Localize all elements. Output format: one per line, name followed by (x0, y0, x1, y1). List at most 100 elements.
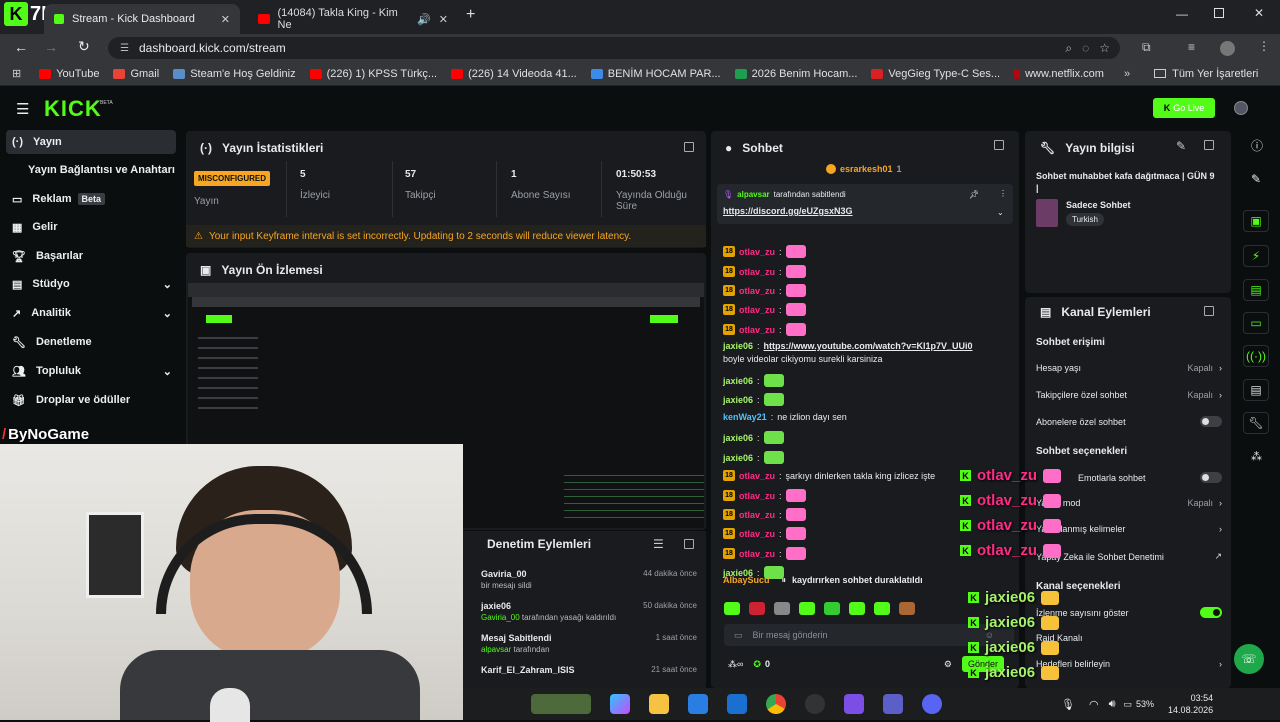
sidebar-item-stream-key[interactable]: Yayın Bağlantısı ve Anahtarı (28, 159, 175, 181)
show-viewcount-toggle[interactable] (1200, 607, 1222, 618)
chat-username[interactable]: otlav_zu (739, 325, 775, 335)
slow-mode-row[interactable]: Yavaş modKapalı› (1036, 498, 1222, 508)
emote-icon[interactable] (824, 602, 840, 615)
subscribers-only-toggle[interactable] (1200, 416, 1222, 427)
bookmark-steam[interactable]: Steam'e Hoş Geldiniz (173, 68, 296, 80)
chat-link[interactable]: https://www.youtube.com/watch?v=Kl1p7V_U… (764, 341, 973, 351)
users-icon[interactable]: ⁂∞ (728, 659, 743, 670)
sidebar-item-analitik[interactable]: ↗ Analitik ⌄ (12, 302, 172, 324)
chat-username[interactable]: otlav_zu (739, 491, 775, 501)
chat-message[interactable]: 18 otlav_zu: şarkıyı dinlerken takla king … (723, 470, 935, 481)
raid-channel-row[interactable]: Raid Kanalı (1036, 633, 1222, 643)
more-bookmarks-icon[interactable]: » (1124, 68, 1130, 80)
pinned-link[interactable]: https://discord.gg/eUZgsxN3G (723, 206, 853, 216)
chat-message[interactable]: jaxie06: (723, 431, 784, 444)
chevron-down-icon[interactable]: ⌄ (997, 208, 1004, 217)
tab-stream-dashboard[interactable]: Stream - Kick Dashboard ✕ (44, 4, 240, 34)
broadcast-icon[interactable]: ((·)) (1243, 345, 1269, 367)
hamburger-menu-icon[interactable]: ☰ (16, 100, 29, 118)
emote-icon[interactable] (774, 602, 790, 615)
chat-message[interactable]: 18 otlav_zu: (723, 303, 806, 316)
chat-username[interactable]: otlav_zu (739, 471, 775, 481)
mic-tray-icon[interactable]: 🎙︎ (1061, 698, 1075, 711)
popout-icon[interactable] (684, 142, 694, 152)
teams-icon[interactable] (883, 694, 903, 714)
help-chat-button[interactable]: ☏ (1234, 644, 1264, 674)
chat-message[interactable]: boyle videolar cikiyomu surekli karsiniz… (723, 354, 883, 364)
battery-icon[interactable]: ▭ (1124, 699, 1133, 710)
close-icon[interactable]: ✕ (439, 13, 448, 26)
chat-username[interactable]: otlav_zu (739, 247, 775, 257)
sidebar-item-denetleme[interactable]: 🔧︎ Denetleme (12, 331, 92, 353)
chat-username[interactable]: otlav_zu (739, 549, 775, 559)
emote-icon[interactable] (849, 602, 865, 615)
tab-youtube-video[interactable]: (14084) Takla King - Kim Ne 🔊 ✕ (248, 4, 458, 34)
chat-username[interactable]: otlav_zu (739, 529, 775, 539)
reload-icon[interactable]: ↻ (78, 38, 90, 55)
notes-icon[interactable]: ▤ (1243, 279, 1269, 301)
obs-icon[interactable] (805, 694, 825, 714)
emote-icon[interactable] (749, 602, 765, 615)
profile-avatar[interactable] (1220, 41, 1235, 56)
user-avatar[interactable] (1234, 101, 1248, 115)
store-icon[interactable] (688, 694, 708, 714)
chat-username[interactable]: jaxie06 (723, 341, 753, 351)
wifi-icon[interactable]: ◠ (1089, 698, 1099, 711)
popout-icon[interactable] (1204, 306, 1214, 316)
chat-message[interactable]: jaxie06: https://www.youtube.com/watch?v=… (723, 341, 973, 351)
chrome-icon[interactable] (766, 694, 786, 714)
popout-icon[interactable] (994, 140, 1004, 150)
sidebar-item-droplar[interactable]: 🎁︎ Droplar ve ödüller (12, 389, 130, 411)
bookmark-netflix[interactable]: www.netflix.com (1014, 68, 1104, 80)
chat-username[interactable]: otlav_zu (739, 267, 775, 277)
chat-username[interactable]: kenWay21 (723, 412, 767, 422)
bookmark-2026-benim-hocam[interactable]: 2026 Benim Hocam... (734, 68, 857, 80)
emote-icon[interactable] (874, 602, 890, 615)
kebab-menu-icon[interactable]: ⋮ (999, 189, 1007, 198)
wrench-toggle-icon[interactable]: 🔧︎ (1243, 412, 1269, 434)
bookmark-vegg[interactable]: VegGieg Type-C Ses... (871, 68, 1000, 80)
eye-off-icon[interactable]: ◌ (1082, 41, 1089, 55)
file-explorer-icon[interactable] (649, 694, 669, 714)
clock[interactable]: 03:54 14.08.2026 (1168, 692, 1213, 716)
media-icon[interactable]: ≡ (1188, 40, 1195, 54)
bookmark-star-icon[interactable]: ☆ (1099, 41, 1110, 55)
preview-toggle-icon[interactable]: ▣ (1243, 210, 1269, 232)
pencil-icon[interactable]: ✎ (1251, 172, 1261, 186)
media-icon[interactable] (844, 694, 864, 714)
chat-message[interactable]: 18 otlav_zu: (723, 284, 806, 297)
speaker-icon[interactable]: 🔊 (417, 13, 431, 26)
chat-message[interactable]: 18 otlav_zu: (723, 508, 806, 521)
list-toggle-icon[interactable]: ▤ (1243, 379, 1269, 401)
emote-only-toggle[interactable] (1200, 472, 1222, 483)
chat-message[interactable]: 18 otlav_zu: (723, 489, 806, 502)
sidebar-item-yayin[interactable]: (·) Yayın (12, 131, 62, 153)
chat-message[interactable]: 18 otlav_zu: (723, 323, 806, 336)
bookmark-14-videoda[interactable]: (226) 14 Videoda 41... (451, 68, 577, 80)
chat-username[interactable]: otlav_zu (739, 305, 775, 315)
chat-username[interactable]: jaxie06 (723, 433, 753, 443)
filter-icon[interactable]: ☰ (653, 537, 664, 551)
copilot-icon[interactable] (610, 694, 630, 714)
info-icon[interactable]: ⓘ (1251, 137, 1263, 154)
popout-icon[interactable] (684, 539, 694, 549)
gear-icon[interactable]: ⚙ (944, 659, 952, 670)
community-icon[interactable]: ⁂ (1251, 450, 1262, 463)
sidebar-item-reklam[interactable]: ▭ Reklam Beta (12, 188, 106, 210)
edit-pencil-icon[interactable]: ✎ (1176, 139, 1186, 153)
go-live-button[interactable]: K Go Live (1153, 98, 1215, 118)
chat-username[interactable]: jaxie06 (723, 376, 753, 386)
all-bookmarks[interactable]: Tüm Yer İşaretleri (1154, 68, 1258, 80)
discord-icon[interactable] (922, 694, 942, 714)
chat-message[interactable]: kenWay21: ne izlion dayı sen (723, 412, 847, 422)
ai-moderation-row[interactable]: Yapay Zeka ile Sohbet Denetimi ↗ (1036, 551, 1222, 562)
chat-message[interactable]: 18 otlav_zu: (723, 547, 806, 560)
sidebar-item-topluluk[interactable]: 👥︎ Topluluk ⌄ (12, 360, 172, 382)
chat-username[interactable]: otlav_zu (739, 510, 775, 520)
pinned-message[interactable]: 🎙︎ alpavsar tarafından sabitlendi https://… (717, 184, 1013, 224)
chat-message[interactable]: jaxie06: (723, 374, 784, 387)
set-goals-row[interactable]: Hedefleri belirleyin › (1036, 659, 1222, 669)
banned-words-row[interactable]: Yasaklanmış kelimeler › (1036, 524, 1222, 534)
chat-toggle-icon[interactable]: ▭ (1243, 312, 1269, 334)
chat-username[interactable]: jaxie06 (723, 453, 753, 463)
